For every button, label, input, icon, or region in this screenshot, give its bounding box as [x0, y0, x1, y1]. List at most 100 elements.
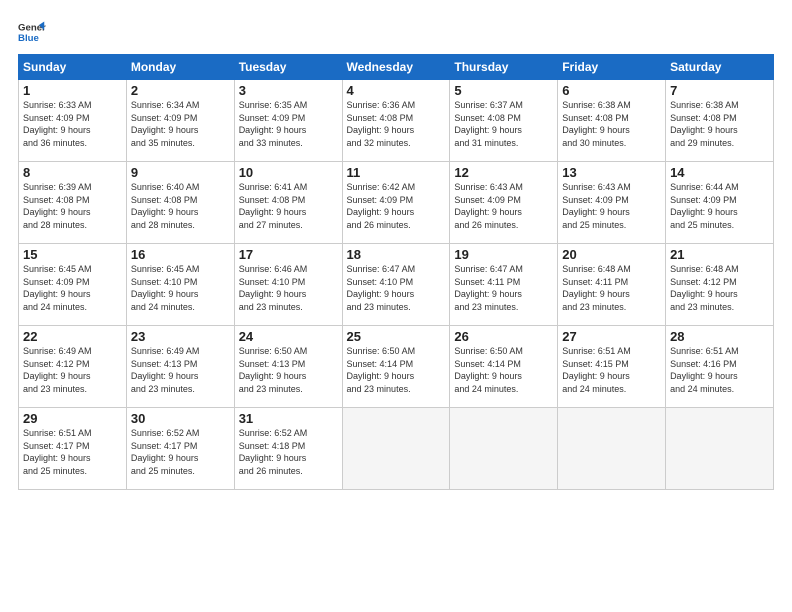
day-info: Sunrise: 6:52 AMSunset: 4:18 PMDaylight:…: [239, 427, 338, 477]
day-info: Sunrise: 6:50 AMSunset: 4:14 PMDaylight:…: [454, 345, 553, 395]
day-info: Sunrise: 6:35 AMSunset: 4:09 PMDaylight:…: [239, 99, 338, 149]
calendar-cell: 28Sunrise: 6:51 AMSunset: 4:16 PMDayligh…: [666, 326, 774, 408]
day-info: Sunrise: 6:38 AMSunset: 4:08 PMDaylight:…: [670, 99, 769, 149]
calendar-cell: 1Sunrise: 6:33 AMSunset: 4:09 PMDaylight…: [19, 80, 127, 162]
calendar-cell: [558, 408, 666, 490]
weekday-header-tuesday: Tuesday: [234, 55, 342, 80]
week-row-1: 1Sunrise: 6:33 AMSunset: 4:09 PMDaylight…: [19, 80, 774, 162]
day-info: Sunrise: 6:37 AMSunset: 4:08 PMDaylight:…: [454, 99, 553, 149]
day-number: 22: [23, 329, 122, 344]
calendar-cell: 12Sunrise: 6:43 AMSunset: 4:09 PMDayligh…: [450, 162, 558, 244]
day-info: Sunrise: 6:51 AMSunset: 4:15 PMDaylight:…: [562, 345, 661, 395]
day-number: 25: [347, 329, 446, 344]
calendar-cell: 15Sunrise: 6:45 AMSunset: 4:09 PMDayligh…: [19, 244, 127, 326]
day-number: 21: [670, 247, 769, 262]
day-number: 14: [670, 165, 769, 180]
calendar-cell: 16Sunrise: 6:45 AMSunset: 4:10 PMDayligh…: [126, 244, 234, 326]
day-number: 29: [23, 411, 122, 426]
day-number: 20: [562, 247, 661, 262]
calendar-cell: 20Sunrise: 6:48 AMSunset: 4:11 PMDayligh…: [558, 244, 666, 326]
day-info: Sunrise: 6:46 AMSunset: 4:10 PMDaylight:…: [239, 263, 338, 313]
week-row-2: 8Sunrise: 6:39 AMSunset: 4:08 PMDaylight…: [19, 162, 774, 244]
day-info: Sunrise: 6:34 AMSunset: 4:09 PMDaylight:…: [131, 99, 230, 149]
calendar-cell: 14Sunrise: 6:44 AMSunset: 4:09 PMDayligh…: [666, 162, 774, 244]
day-info: Sunrise: 6:33 AMSunset: 4:09 PMDaylight:…: [23, 99, 122, 149]
day-number: 12: [454, 165, 553, 180]
logo-icon: General Blue: [18, 18, 46, 46]
calendar-cell: 22Sunrise: 6:49 AMSunset: 4:12 PMDayligh…: [19, 326, 127, 408]
day-info: Sunrise: 6:43 AMSunset: 4:09 PMDaylight:…: [562, 181, 661, 231]
calendar-table: SundayMondayTuesdayWednesdayThursdayFrid…: [18, 54, 774, 490]
day-number: 13: [562, 165, 661, 180]
day-info: Sunrise: 6:51 AMSunset: 4:17 PMDaylight:…: [23, 427, 122, 477]
calendar-cell: 19Sunrise: 6:47 AMSunset: 4:11 PMDayligh…: [450, 244, 558, 326]
weekday-header-row: SundayMondayTuesdayWednesdayThursdayFrid…: [19, 55, 774, 80]
day-number: 16: [131, 247, 230, 262]
weekday-header-monday: Monday: [126, 55, 234, 80]
day-number: 26: [454, 329, 553, 344]
weekday-header-sunday: Sunday: [19, 55, 127, 80]
day-number: 4: [347, 83, 446, 98]
day-info: Sunrise: 6:45 AMSunset: 4:09 PMDaylight:…: [23, 263, 122, 313]
day-info: Sunrise: 6:50 AMSunset: 4:14 PMDaylight:…: [347, 345, 446, 395]
calendar-cell: [342, 408, 450, 490]
day-info: Sunrise: 6:49 AMSunset: 4:12 PMDaylight:…: [23, 345, 122, 395]
day-info: Sunrise: 6:40 AMSunset: 4:08 PMDaylight:…: [131, 181, 230, 231]
calendar-cell: 2Sunrise: 6:34 AMSunset: 4:09 PMDaylight…: [126, 80, 234, 162]
day-info: Sunrise: 6:50 AMSunset: 4:13 PMDaylight:…: [239, 345, 338, 395]
day-number: 19: [454, 247, 553, 262]
day-info: Sunrise: 6:48 AMSunset: 4:11 PMDaylight:…: [562, 263, 661, 313]
calendar-cell: 25Sunrise: 6:50 AMSunset: 4:14 PMDayligh…: [342, 326, 450, 408]
calendar-cell: 18Sunrise: 6:47 AMSunset: 4:10 PMDayligh…: [342, 244, 450, 326]
calendar-cell: 23Sunrise: 6:49 AMSunset: 4:13 PMDayligh…: [126, 326, 234, 408]
page: General Blue SundayMondayTuesdayWednesda…: [0, 0, 792, 612]
day-number: 15: [23, 247, 122, 262]
day-info: Sunrise: 6:36 AMSunset: 4:08 PMDaylight:…: [347, 99, 446, 149]
day-number: 31: [239, 411, 338, 426]
day-info: Sunrise: 6:48 AMSunset: 4:12 PMDaylight:…: [670, 263, 769, 313]
day-info: Sunrise: 6:51 AMSunset: 4:16 PMDaylight:…: [670, 345, 769, 395]
day-info: Sunrise: 6:45 AMSunset: 4:10 PMDaylight:…: [131, 263, 230, 313]
day-info: Sunrise: 6:39 AMSunset: 4:08 PMDaylight:…: [23, 181, 122, 231]
day-info: Sunrise: 6:43 AMSunset: 4:09 PMDaylight:…: [454, 181, 553, 231]
weekday-header-thursday: Thursday: [450, 55, 558, 80]
calendar-cell: 30Sunrise: 6:52 AMSunset: 4:17 PMDayligh…: [126, 408, 234, 490]
calendar-cell: 3Sunrise: 6:35 AMSunset: 4:09 PMDaylight…: [234, 80, 342, 162]
calendar-cell: 29Sunrise: 6:51 AMSunset: 4:17 PMDayligh…: [19, 408, 127, 490]
day-number: 17: [239, 247, 338, 262]
day-number: 7: [670, 83, 769, 98]
day-number: 5: [454, 83, 553, 98]
calendar-cell: 21Sunrise: 6:48 AMSunset: 4:12 PMDayligh…: [666, 244, 774, 326]
calendar-cell: 7Sunrise: 6:38 AMSunset: 4:08 PMDaylight…: [666, 80, 774, 162]
calendar-cell: [450, 408, 558, 490]
calendar-cell: 27Sunrise: 6:51 AMSunset: 4:15 PMDayligh…: [558, 326, 666, 408]
calendar-cell: [666, 408, 774, 490]
day-number: 10: [239, 165, 338, 180]
svg-text:Blue: Blue: [18, 33, 39, 44]
day-info: Sunrise: 6:47 AMSunset: 4:11 PMDaylight:…: [454, 263, 553, 313]
day-info: Sunrise: 6:44 AMSunset: 4:09 PMDaylight:…: [670, 181, 769, 231]
calendar-cell: 9Sunrise: 6:40 AMSunset: 4:08 PMDaylight…: [126, 162, 234, 244]
day-number: 30: [131, 411, 230, 426]
day-number: 28: [670, 329, 769, 344]
day-info: Sunrise: 6:49 AMSunset: 4:13 PMDaylight:…: [131, 345, 230, 395]
day-info: Sunrise: 6:42 AMSunset: 4:09 PMDaylight:…: [347, 181, 446, 231]
day-number: 18: [347, 247, 446, 262]
calendar-cell: 13Sunrise: 6:43 AMSunset: 4:09 PMDayligh…: [558, 162, 666, 244]
day-number: 11: [347, 165, 446, 180]
calendar-cell: 11Sunrise: 6:42 AMSunset: 4:09 PMDayligh…: [342, 162, 450, 244]
day-info: Sunrise: 6:47 AMSunset: 4:10 PMDaylight:…: [347, 263, 446, 313]
day-number: 1: [23, 83, 122, 98]
calendar-cell: 6Sunrise: 6:38 AMSunset: 4:08 PMDaylight…: [558, 80, 666, 162]
calendar-cell: 4Sunrise: 6:36 AMSunset: 4:08 PMDaylight…: [342, 80, 450, 162]
calendar-cell: 17Sunrise: 6:46 AMSunset: 4:10 PMDayligh…: [234, 244, 342, 326]
day-number: 8: [23, 165, 122, 180]
week-row-4: 22Sunrise: 6:49 AMSunset: 4:12 PMDayligh…: [19, 326, 774, 408]
calendar-cell: 8Sunrise: 6:39 AMSunset: 4:08 PMDaylight…: [19, 162, 127, 244]
weekday-header-saturday: Saturday: [666, 55, 774, 80]
day-info: Sunrise: 6:41 AMSunset: 4:08 PMDaylight:…: [239, 181, 338, 231]
day-number: 23: [131, 329, 230, 344]
calendar-cell: 26Sunrise: 6:50 AMSunset: 4:14 PMDayligh…: [450, 326, 558, 408]
day-number: 2: [131, 83, 230, 98]
calendar-cell: 24Sunrise: 6:50 AMSunset: 4:13 PMDayligh…: [234, 326, 342, 408]
